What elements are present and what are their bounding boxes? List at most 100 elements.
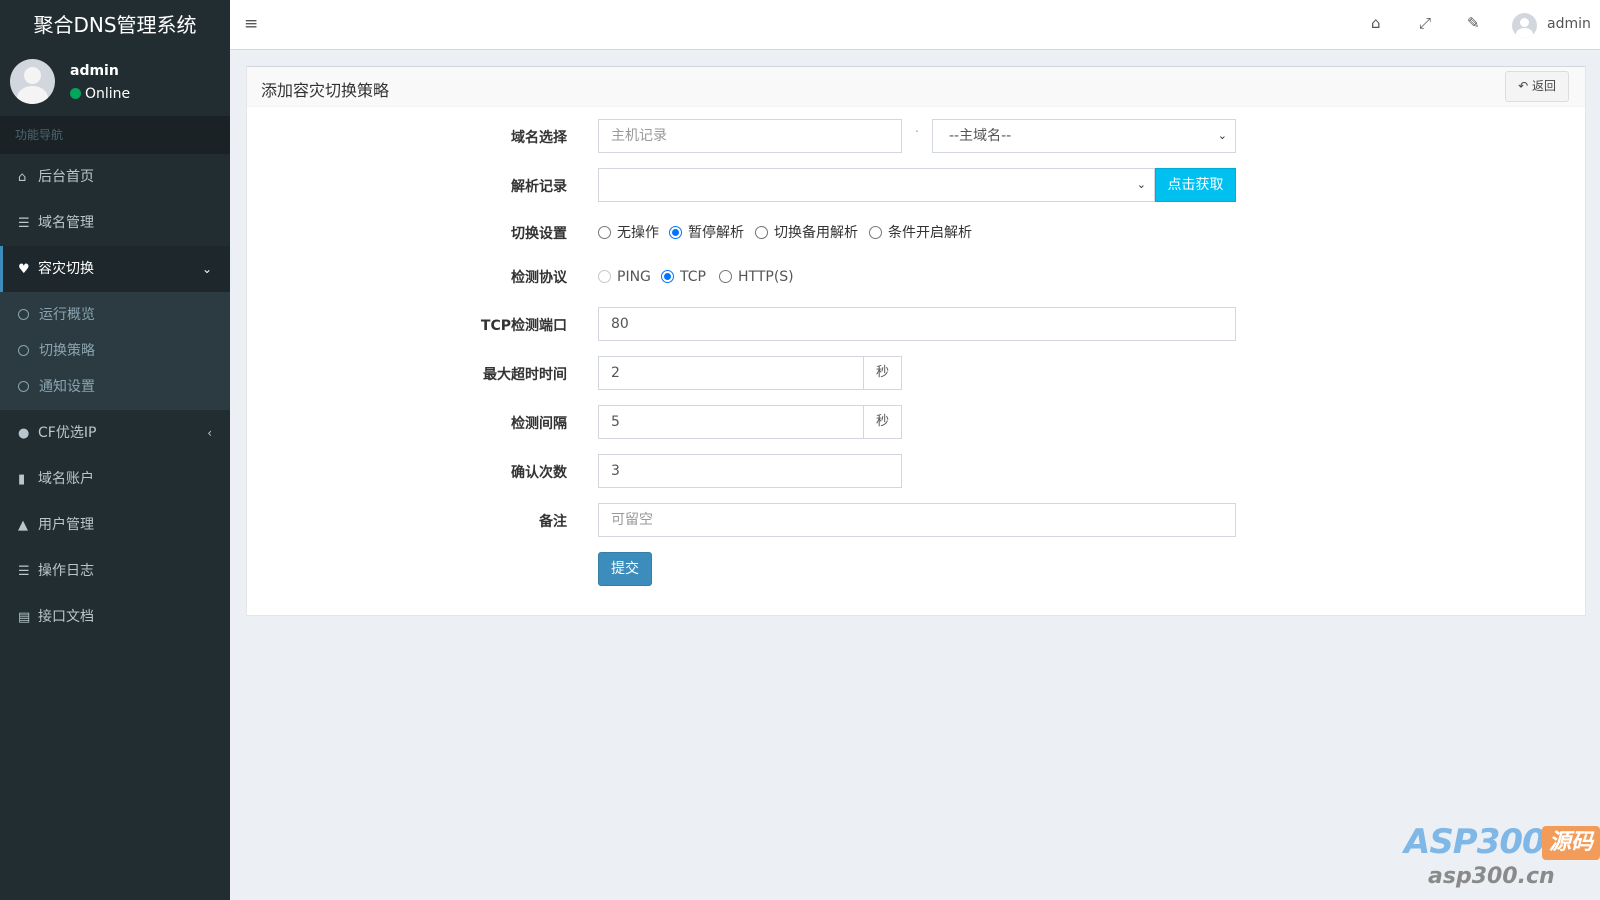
circle-icon bbox=[18, 345, 29, 356]
radio-label: TCP bbox=[680, 269, 706, 285]
protocol-radio-http[interactable]: HTTP(S) bbox=[719, 267, 794, 287]
protocol-radio-ping[interactable]: PING bbox=[598, 267, 651, 287]
radio-label: HTTP(S) bbox=[738, 269, 794, 285]
confirm-count-input[interactable]: 3 bbox=[598, 454, 902, 488]
radio-checked-icon bbox=[661, 270, 674, 283]
remark-input[interactable]: 可留空 bbox=[598, 503, 1236, 537]
sidebar-item-domains[interactable]: ☰ 域名管理 bbox=[0, 200, 230, 246]
switch-radio-pause[interactable]: 暂停解析 bbox=[669, 223, 744, 243]
book-icon: ▤ bbox=[18, 610, 31, 625]
chevron-left-icon: ‹ bbox=[207, 426, 212, 440]
user-name: admin bbox=[70, 63, 119, 79]
nav-header: 功能导航 bbox=[0, 116, 230, 154]
home-icon: ⌂ bbox=[18, 170, 27, 185]
home-icon[interactable]: ⌂ bbox=[1371, 14, 1381, 32]
sidebar-item-failover[interactable]: ♥ 容灾切换 ⌄ bbox=[0, 246, 230, 292]
form-box: 添加容灾切换策略 ↶ 返回 域名选择 主机记录 . --主域名-- ⌄ 解析记录 … bbox=[246, 66, 1586, 616]
record-select[interactable]: ⌄ bbox=[598, 168, 1155, 202]
interval-unit: 秒 bbox=[863, 405, 902, 439]
fetch-records-button[interactable]: 点击获取 bbox=[1155, 168, 1236, 202]
submenu-item-strategy[interactable]: 切换策略 bbox=[0, 333, 230, 369]
submenu-item-overview[interactable]: 运行概览 bbox=[0, 297, 230, 333]
list-icon: ☰ bbox=[18, 216, 30, 231]
globe-icon: ● bbox=[18, 426, 30, 441]
circle-icon bbox=[18, 381, 29, 392]
fullscreen-icon[interactable]: ⤢ bbox=[1419, 14, 1431, 32]
menu-toggle-icon[interactable]: ≡ bbox=[244, 14, 258, 34]
label-protocol: 检测协议 bbox=[511, 270, 567, 286]
submenu-item-notify[interactable]: 通知设置 bbox=[0, 369, 230, 405]
nav-username[interactable]: admin bbox=[1547, 16, 1591, 32]
sidebar-item-label: 用户管理 bbox=[38, 517, 94, 533]
sidebar-item-logs[interactable]: ☰ 操作日志 bbox=[0, 548, 230, 594]
app-title[interactable]: 聚合DNS管理系统 bbox=[0, 0, 230, 50]
watermark-brand: ASP300 bbox=[1404, 822, 1546, 862]
sidebar-item-label: 接口文档 bbox=[38, 609, 94, 625]
chevron-down-icon: ⌄ bbox=[201, 262, 212, 276]
sidebar-item-api-docs[interactable]: ▤ 接口文档 bbox=[0, 594, 230, 640]
wrench-icon[interactable]: ✎ bbox=[1467, 14, 1480, 32]
back-button[interactable]: ↶ 返回 bbox=[1505, 71, 1569, 102]
sidebar-item-label: 域名账户 bbox=[38, 471, 94, 487]
failover-submenu: 运行概览 切换策略 通知设置 bbox=[0, 292, 230, 410]
label-interval: 检测间隔 bbox=[511, 416, 567, 432]
label-tcp-port: TCP检测端口 bbox=[480, 318, 567, 334]
tcp-port-input[interactable]: 80 bbox=[598, 307, 1236, 341]
page-title: 添加容灾切换策略 bbox=[261, 81, 390, 100]
radio-checked-icon bbox=[669, 226, 682, 239]
sidebar-item-cf-ip[interactable]: ● CF优选IP ‹ bbox=[0, 410, 230, 456]
row-timeout: 最大超时时间 2 秒 bbox=[247, 356, 1587, 390]
sidebar-item-dashboard[interactable]: ⌂ 后台首页 bbox=[0, 154, 230, 200]
circle-icon bbox=[18, 309, 29, 320]
reply-icon: ↶ bbox=[1518, 79, 1529, 93]
radio-disabled-icon bbox=[598, 270, 611, 283]
protocol-radio-tcp[interactable]: TCP bbox=[661, 267, 706, 287]
user-status: Online bbox=[70, 86, 130, 102]
user-status-text: Online bbox=[85, 86, 131, 102]
radio-label: 无操作 bbox=[617, 225, 659, 241]
switch-radio-conditional[interactable]: 条件开启解析 bbox=[869, 223, 972, 243]
submenu-item-label: 运行概览 bbox=[39, 307, 95, 323]
row-domain: 域名选择 主机记录 . --主域名-- ⌄ bbox=[247, 119, 1587, 153]
row-record: 解析记录 ⌄ 点击获取 bbox=[247, 168, 1587, 202]
sidebar-item-label: 操作日志 bbox=[38, 563, 94, 579]
row-tcp-port: TCP检测端口 80 bbox=[247, 307, 1587, 341]
heartbeat-icon: ♥ bbox=[18, 262, 30, 277]
switch-radio-backup[interactable]: 切换备用解析 bbox=[755, 223, 858, 243]
timeout-input[interactable]: 2 bbox=[598, 356, 864, 390]
sidebar-item-label: 容灾切换 bbox=[38, 261, 94, 277]
label-record: 解析记录 bbox=[511, 179, 567, 195]
box-header: 添加容灾切换策略 ↶ 返回 bbox=[247, 67, 1585, 107]
switch-radio-none[interactable]: 无操作 bbox=[598, 223, 659, 243]
radio-icon bbox=[869, 226, 882, 239]
main-domain-select[interactable]: --主域名-- ⌄ bbox=[932, 119, 1236, 153]
sidebar-item-accounts[interactable]: ▮ 域名账户 bbox=[0, 456, 230, 502]
submenu-item-label: 通知设置 bbox=[39, 379, 95, 395]
label-timeout: 最大超时时间 bbox=[483, 367, 567, 383]
radio-icon bbox=[755, 226, 768, 239]
lock-icon: ▮ bbox=[18, 472, 26, 487]
sidebar: 聚合DNS管理系统 admin Online 功能导航 ⌂ 后台首页 ☰ 域名管理 … bbox=[0, 0, 230, 900]
sidebar-item-label: CF优选IP bbox=[38, 425, 97, 441]
watermark-badge: 源码 bbox=[1542, 826, 1600, 860]
avatar bbox=[10, 59, 55, 104]
submit-button[interactable]: 提交 bbox=[598, 552, 652, 586]
radio-label: 暂停解析 bbox=[688, 225, 744, 241]
row-remark: 备注 可留空 bbox=[247, 503, 1587, 537]
list-icon: ☰ bbox=[18, 564, 30, 579]
host-record-input[interactable]: 主机记录 bbox=[598, 119, 902, 153]
radio-label: PING bbox=[617, 269, 651, 285]
label-confirm: 确认次数 bbox=[511, 465, 567, 481]
online-dot-icon bbox=[70, 88, 81, 99]
back-label: 返回 bbox=[1531, 79, 1556, 93]
sidebar-item-label: 域名管理 bbox=[38, 215, 94, 231]
interval-input[interactable]: 5 bbox=[598, 405, 864, 439]
radio-label: 切换备用解析 bbox=[774, 225, 858, 241]
sidebar-item-label: 后台首页 bbox=[38, 169, 94, 185]
nav-avatar[interactable] bbox=[1512, 13, 1537, 38]
sidebar-item-users[interactable]: ▲ 用户管理 bbox=[0, 502, 230, 548]
top-navbar: ≡ ⌂ ⤢ ✎ admin bbox=[230, 0, 1600, 50]
watermark-url: asp300.cn bbox=[1428, 864, 1555, 889]
row-interval: 检测间隔 5 秒 bbox=[247, 405, 1587, 439]
label-remark: 备注 bbox=[539, 514, 567, 530]
